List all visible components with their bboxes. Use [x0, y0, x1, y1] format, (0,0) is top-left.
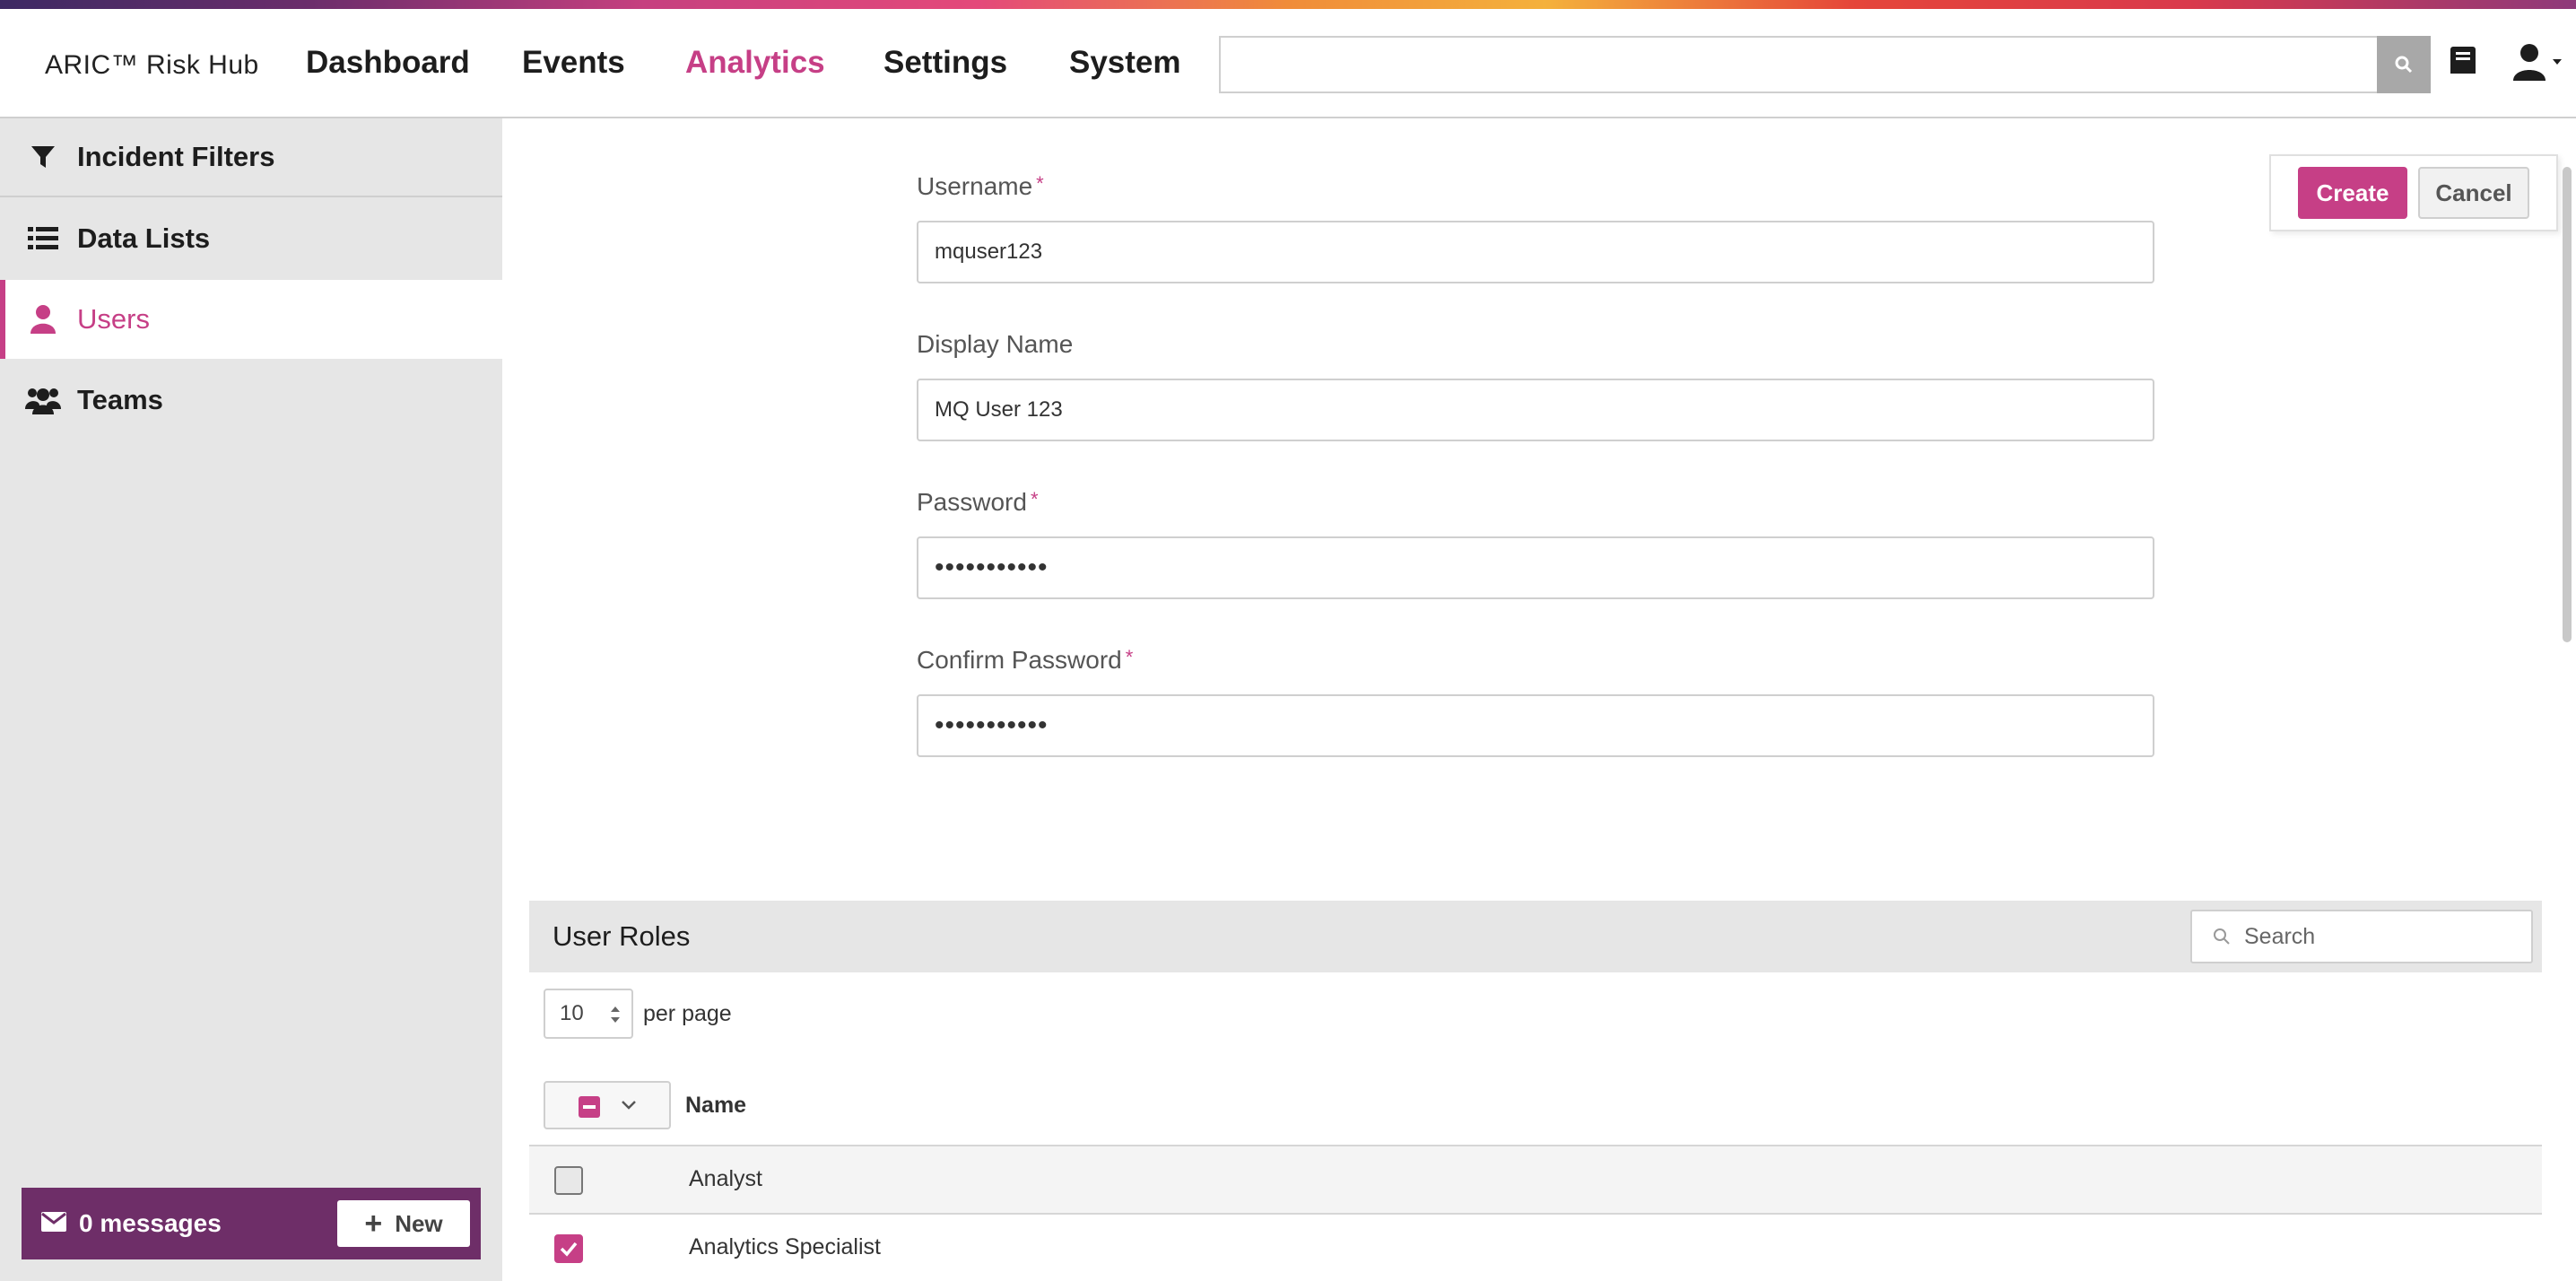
- password-field[interactable]: •••••••••••: [917, 536, 2154, 599]
- book-icon[interactable]: [2449, 45, 2481, 81]
- top-header: ARIC™ Risk Hub Dashboard Events Analytic…: [0, 9, 2576, 118]
- form-actions: Create Cancel: [2269, 154, 2558, 231]
- user-menu-button[interactable]: [2511, 43, 2565, 83]
- global-search-input[interactable]: [1219, 36, 2379, 93]
- messages-count: 0 messages: [79, 1209, 222, 1237]
- display-name-label: Display Name: [917, 330, 1074, 358]
- sidebar-item-label: Data Lists: [77, 222, 211, 254]
- table-row[interactable]: Analytics Specialist: [529, 1215, 2542, 1281]
- confirm-password-label: Confirm Password *: [917, 646, 1134, 674]
- search-icon: [2214, 928, 2230, 945]
- required-marker: *: [1030, 488, 1039, 510]
- sidebar-item-users[interactable]: Users: [0, 280, 502, 359]
- new-message-button[interactable]: + New: [337, 1200, 470, 1247]
- plus-icon: +: [364, 1207, 383, 1241]
- nav-analytics[interactable]: Analytics: [685, 45, 825, 81]
- sidebar-item-teams[interactable]: Teams: [0, 361, 502, 440]
- password-label: Password *: [917, 488, 1039, 516]
- nav-events[interactable]: Events: [522, 45, 625, 81]
- search-button[interactable]: [2377, 36, 2431, 93]
- per-page-label: per page: [643, 1001, 732, 1026]
- cancel-button[interactable]: Cancel: [2418, 167, 2529, 219]
- list-icon: [25, 226, 61, 251]
- role-name: Analytics Specialist: [689, 1234, 881, 1259]
- required-marker: *: [1036, 172, 1044, 195]
- app-brand: ARIC™ Risk Hub: [45, 50, 259, 80]
- required-marker: *: [1125, 646, 1134, 668]
- new-message-label: New: [395, 1209, 443, 1237]
- user-roles-title: User Roles: [553, 920, 691, 952]
- brand-color-stripe: [0, 0, 2576, 9]
- user-roles-header: User Roles: [529, 901, 2542, 972]
- per-page-select[interactable]: 10: [544, 989, 633, 1039]
- sidebar-item-incident-filters[interactable]: Incident Filters: [0, 118, 502, 197]
- display-name-field[interactable]: MQ User 123: [917, 379, 2154, 441]
- roles-search[interactable]: [2190, 910, 2533, 963]
- sidebar-item-data-lists[interactable]: Data Lists: [0, 199, 502, 278]
- nav-system[interactable]: System: [1069, 45, 1181, 81]
- username-field[interactable]: mquser123: [917, 221, 2154, 283]
- nav-settings[interactable]: Settings: [883, 45, 1007, 81]
- username-label: Username *: [917, 172, 1044, 200]
- sidebar-item-label: Teams: [77, 384, 163, 415]
- filter-icon: [25, 144, 61, 170]
- nav-dashboard[interactable]: Dashboard: [306, 45, 470, 81]
- sidebar-item-label: Users: [77, 303, 150, 335]
- sidebar: Incident Filters Data Lists Users Teams …: [0, 118, 502, 1281]
- user-icon: [25, 304, 61, 335]
- envelope-icon: [41, 1211, 66, 1236]
- row-checkbox[interactable]: [554, 1166, 583, 1195]
- confirm-password-field[interactable]: •••••••••••: [917, 694, 2154, 757]
- check-icon: [560, 1242, 578, 1257]
- search-icon: [2395, 56, 2413, 74]
- partial-checkbox-icon: [579, 1096, 600, 1118]
- chevron-down-icon: [622, 1101, 636, 1110]
- sort-arrows-icon: [611, 1006, 620, 1023]
- roles-search-input[interactable]: [2244, 923, 2513, 950]
- user-icon: [2513, 44, 2562, 81]
- column-header-name: Name: [685, 1093, 747, 1118]
- messages-bar[interactable]: 0 messages + New: [22, 1188, 481, 1259]
- create-button[interactable]: Create: [2298, 167, 2407, 219]
- scrollbar[interactable]: [2563, 167, 2572, 642]
- users-icon: [25, 386, 61, 414]
- sidebar-item-label: Incident Filters: [77, 141, 275, 172]
- bulk-select-dropdown[interactable]: [544, 1081, 671, 1129]
- row-checkbox[interactable]: [554, 1234, 583, 1263]
- role-name: Analyst: [689, 1166, 762, 1191]
- table-row[interactable]: Analyst: [529, 1146, 2542, 1213]
- per-page-value: 10: [560, 1001, 584, 1025]
